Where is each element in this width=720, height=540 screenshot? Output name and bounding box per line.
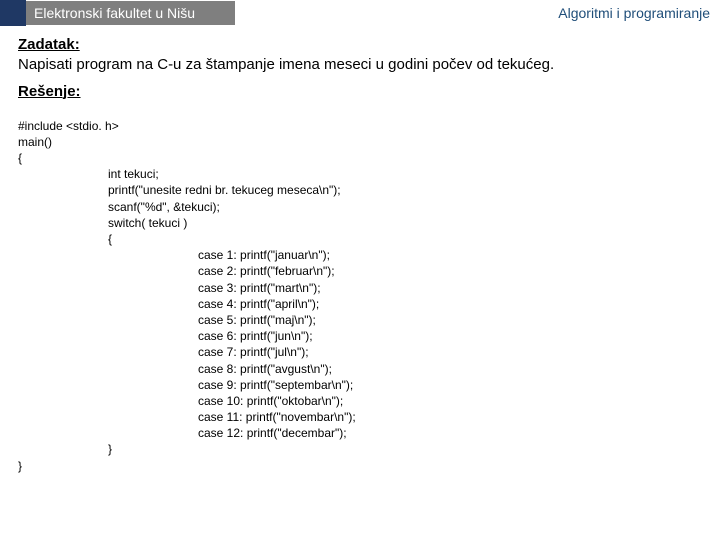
- code-line: main(): [18, 135, 52, 149]
- content-area: Zadatak: Napisati program na C-u za štam…: [0, 26, 720, 474]
- solution-heading: Rešenje:: [18, 83, 706, 100]
- code-line: #include <stdio. h>: [18, 119, 119, 133]
- code-block: #include <stdio. h> main() { int tekuci;…: [18, 102, 706, 474]
- header-left-title: Elektronski fakultet u Nišu: [26, 1, 235, 25]
- code-line: printf("unesite redni br. tekuceg meseca…: [18, 182, 706, 198]
- header-square-icon: [0, 0, 26, 26]
- code-line: scanf("%d", &tekuci);: [18, 199, 706, 215]
- code-line: case 10: printf("oktobar\n");: [18, 393, 706, 409]
- code-line: int tekuci;: [18, 166, 706, 182]
- code-line: case 8: printf("avgust\n");: [18, 361, 706, 377]
- code-line: case 11: printf("novembar\n");: [18, 409, 706, 425]
- code-line: case 12: printf("decembar");: [18, 425, 706, 441]
- code-line: {: [18, 151, 22, 165]
- code-line: case 7: printf("jul\n");: [18, 344, 706, 360]
- code-line: case 4: printf("april\n");: [18, 296, 706, 312]
- code-line: case 1: printf("januar\n");: [18, 247, 706, 263]
- code-line: case 9: printf("septembar\n");: [18, 377, 706, 393]
- code-line: case 5: printf("maj\n");: [18, 312, 706, 328]
- code-line: switch( tekuci ): [18, 215, 706, 231]
- code-line: case 6: printf("jun\n");: [18, 328, 706, 344]
- task-heading: Zadatak:: [18, 36, 706, 53]
- code-line: case 2: printf("februar\n");: [18, 263, 706, 279]
- code-line: }: [18, 441, 706, 457]
- task-text: Napisati program na C-u za štampanje ime…: [18, 55, 706, 75]
- code-line: {: [18, 231, 706, 247]
- code-line: }: [18, 459, 22, 473]
- header-bar: Elektronski fakultet u Nišu Algoritmi i …: [0, 0, 720, 26]
- code-line: case 3: printf("mart\n");: [18, 280, 706, 296]
- header-right-title: Algoritmi i programiranje: [558, 5, 720, 21]
